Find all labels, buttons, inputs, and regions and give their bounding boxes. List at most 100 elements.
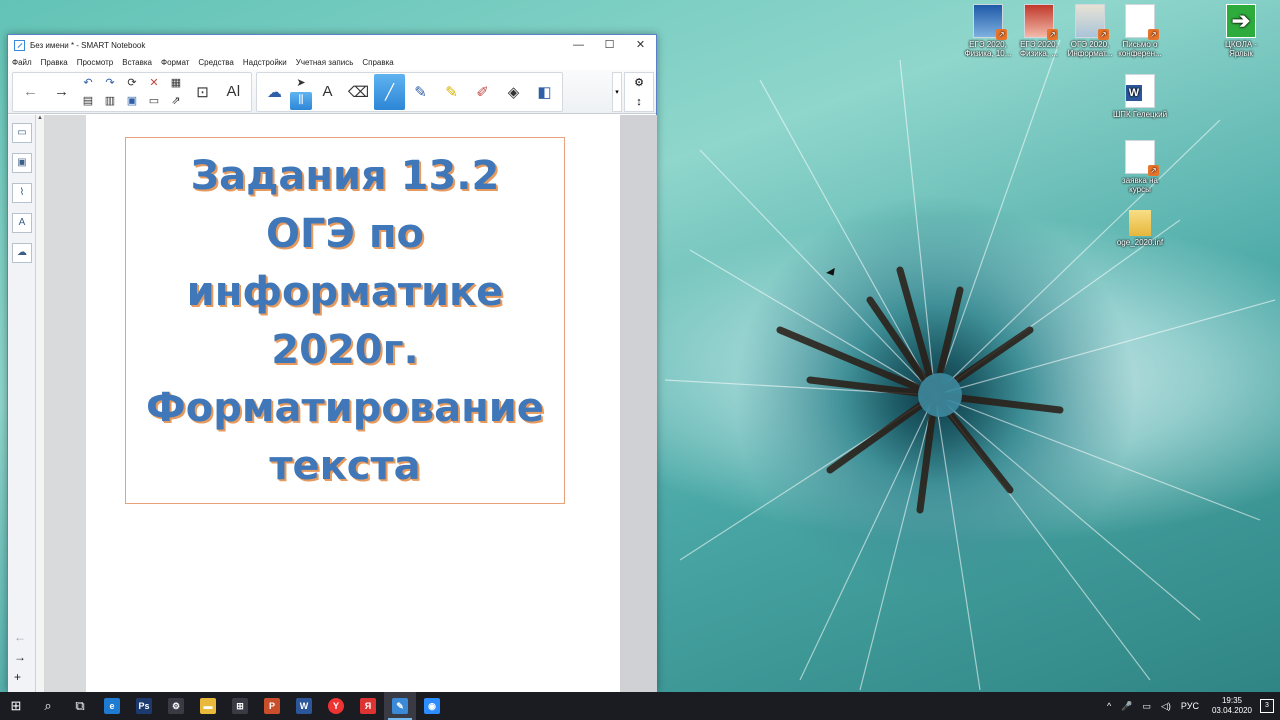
minimize-button[interactable]: — <box>563 35 594 55</box>
properties-tab[interactable]: A <box>12 213 32 233</box>
taskbar-app-powerpoint[interactable]: P <box>256 692 288 720</box>
desktop-icon-course-request[interactable]: ↗ заявка на курсы <box>1111 140 1169 194</box>
desktop-icon-letter-conference[interactable]: ↗ Письмо о конферен... <box>1111 4 1169 58</box>
taskbar-app-yandex[interactable]: Y <box>320 692 352 720</box>
toolbar-group-navigation: ← → ↶ ▤ ↷ ▥ ⟳ ▣ ✕ ▭ ▦ ⇗ ⊡ Aǀ <box>12 71 252 112</box>
select-tool-button[interactable]: ➤ <box>290 74 312 92</box>
taskbar: ⊞ ⌕ ⧉ e Ps ⚙ ▬ ⊞ P W Y Я ✎ ◉ ^ 🎤 ▭ ◁) РУ… <box>0 692 1280 720</box>
taskbar-app-store[interactable]: ⊞ <box>224 692 256 720</box>
pen-tool-button[interactable]: ╱ <box>374 73 405 110</box>
task-view-icon[interactable]: ⧉ <box>64 692 96 720</box>
add-page-button[interactable]: ▤ <box>77 92 99 110</box>
slide-title-line: ОГЭ по <box>266 210 424 257</box>
word-document-icon <box>1125 74 1155 108</box>
menu-account[interactable]: Учетная запись <box>296 58 354 67</box>
taskbar-app-yandex-browser[interactable]: Я <box>352 692 384 720</box>
settings-gear-icon[interactable]: ⚙ <box>634 76 644 89</box>
taskbar-app-photoshop[interactable]: Ps <box>128 692 160 720</box>
magic-pen-button[interactable]: ✐ <box>467 74 498 110</box>
tool-icon: ⚙ <box>168 698 184 714</box>
desktop-icon-ege-physics[interactable]: ↗ ЕГЭ 2020, Физика, ... <box>1010 4 1068 58</box>
search-icon[interactable]: ⌕ <box>32 692 64 720</box>
toolbar-more-dropdown[interactable]: ▾ <box>612 72 622 112</box>
highlighter-button[interactable]: ✎ <box>436 74 467 110</box>
side-add-page-icon[interactable]: + <box>14 667 26 687</box>
side-tab-bar: ▭ ▣ ⌇ A ☁ ← → + <box>8 115 36 693</box>
slide-title-box[interactable]: Задания 13.2 ОГЭ по информатике 2020г. Ф… <box>125 137 565 504</box>
addon-button[interactable]: ☁ <box>259 74 290 110</box>
document-icon: ↗ <box>1125 4 1159 40</box>
taskbar-app-smart-notebook[interactable]: ✎ <box>384 692 416 720</box>
microphone-icon[interactable]: 🎤 <box>1121 701 1132 712</box>
tray-chevron-icon[interactable]: ^ <box>1107 701 1111 711</box>
menu-file[interactable]: Файл <box>12 58 32 67</box>
response-tool-button[interactable]: ⫼ <box>290 91 312 110</box>
folder-icon: ▬ <box>200 698 216 714</box>
delete-button[interactable]: ✕ <box>143 74 165 92</box>
close-button[interactable]: ✕ <box>625 35 656 55</box>
menu-help[interactable]: Справка <box>362 58 393 67</box>
network-icon[interactable]: ▭ <box>1142 701 1151 712</box>
document-icon: ↗ <box>1125 140 1159 176</box>
smart-notebook-icon: ✎ <box>392 698 408 714</box>
attachments-tab[interactable]: ⌇ <box>12 183 32 203</box>
system-tray: ^ 🎤 ▭ ◁) РУС 19:35 03.04.2020 3 <box>1102 692 1280 720</box>
start-button[interactable]: ⊞ <box>0 692 32 720</box>
side-nav: ← → + <box>14 627 26 687</box>
text-format-button[interactable]: Aǀ <box>218 74 249 110</box>
desktop-icon-ege-physics-10[interactable]: ↗ ЕГЭ 2020, Физика, 10... <box>959 4 1017 58</box>
edge-icon: e <box>104 698 120 714</box>
taskbar-app-zoom[interactable]: ◉ <box>416 692 448 720</box>
notebook-page[interactable]: Задания 13.2 ОГЭ по информатике 2020г. Ф… <box>86 115 620 693</box>
menu-addons[interactable]: Надстройки <box>243 58 287 67</box>
screen-shade-button[interactable]: ▭ <box>143 92 165 110</box>
slide-title-line: информатике <box>186 268 504 315</box>
addons-tab[interactable]: ☁ <box>12 243 32 263</box>
maximize-button[interactable]: ☐ <box>594 35 625 55</box>
paste-button[interactable]: ⇗ <box>165 92 187 110</box>
vertical-scrollbar[interactable]: ▲ <box>36 115 45 693</box>
desktop-icon-oge-folder[interactable]: oge_2020.inf <box>1111 210 1169 247</box>
creative-pen-button[interactable]: ✎ <box>405 74 436 110</box>
shapes-tool-button[interactable]: ◧ <box>529 74 560 110</box>
desktop-icon-school-shortcut[interactable]: ➔ ЦКОЛА - Ярлык <box>1212 4 1270 58</box>
menu-view[interactable]: Просмотр <box>77 58 114 67</box>
toolbar-group-tools: ☁ ➤ ⫼ A ⌫ ╱ ✎ ✎ ✐ ◈ ◧ <box>256 71 563 112</box>
taskbar-app-tool[interactable]: ⚙ <box>160 692 192 720</box>
next-page-button[interactable]: → <box>46 74 77 110</box>
open-file-button[interactable]: ⟳ <box>121 74 143 92</box>
eraser-tool-button[interactable]: ⌫ <box>343 74 374 110</box>
volume-icon[interactable]: ◁) <box>1161 701 1171 712</box>
undo-button[interactable]: ↶ <box>77 74 99 92</box>
side-next-page-icon[interactable]: → <box>14 647 26 667</box>
slide-title-line: текста <box>269 442 421 489</box>
table-button[interactable]: ▦ <box>165 74 187 92</box>
desktop-icon-word-doc[interactable]: ШПК Гелецкий <box>1111 74 1169 119</box>
taskbar-app-word[interactable]: W <box>288 692 320 720</box>
delete-page-button[interactable]: ▥ <box>99 92 121 110</box>
redo-button[interactable]: ↷ <box>99 74 121 92</box>
previous-page-button[interactable]: ← <box>15 74 46 110</box>
menu-tools[interactable]: Средства <box>198 58 233 67</box>
taskbar-app-edge[interactable]: e <box>96 692 128 720</box>
word-icon: W <box>296 698 312 714</box>
taskbar-app-explorer[interactable]: ▬ <box>192 692 224 720</box>
menu-format[interactable]: Формат <box>161 58 189 67</box>
page-sorter-tab[interactable]: ▭ <box>12 123 32 143</box>
move-toolbar-icon[interactable]: ↕ <box>636 96 642 108</box>
powerpoint-icon: P <box>264 698 280 714</box>
clock[interactable]: 19:35 03.04.2020 <box>1212 696 1252 716</box>
book-icon: ↗ <box>973 4 1007 40</box>
display-button[interactable]: ⊡ <box>187 74 218 110</box>
gallery-tab[interactable]: ▣ <box>12 153 32 173</box>
save-button[interactable]: ▣ <box>121 92 143 110</box>
menu-insert[interactable]: Вставка <box>122 58 152 67</box>
notifications-icon[interactable]: 3 <box>1260 699 1274 713</box>
text-tool-button[interactable]: A <box>312 74 343 110</box>
clock-date: 03.04.2020 <box>1211 706 1252 715</box>
side-prev-page-icon[interactable]: ← <box>14 627 26 647</box>
title-bar: Без имени * - SMART Notebook — ☐ ✕ <box>8 35 656 55</box>
fill-tool-button[interactable]: ◈ <box>498 74 529 110</box>
menu-edit[interactable]: Правка <box>41 58 68 67</box>
language-indicator[interactable]: РУС <box>1181 701 1199 711</box>
